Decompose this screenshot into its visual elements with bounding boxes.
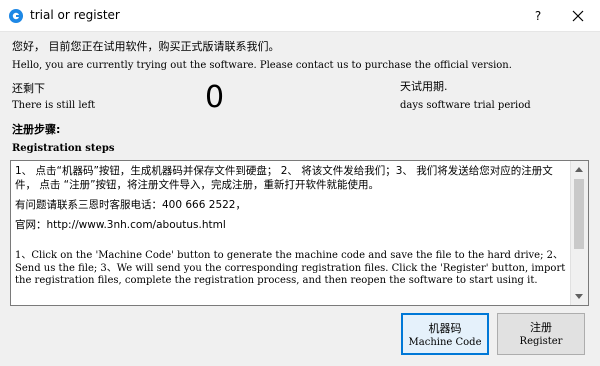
intro-en: Hello, you are currently trying out the … — [12, 60, 512, 71]
scroll-down-arrow-icon[interactable] — [575, 294, 583, 299]
vertical-scrollbar[interactable] — [570, 161, 588, 305]
close-icon — [572, 10, 584, 22]
registration-steps-textbox[interactable]: 1、 点击“机器码”按钮，生成机器码并保存文件到硬盘； 2、 将该文件发给我们；… — [10, 160, 589, 306]
register-label-en: Register — [519, 336, 563, 347]
close-button[interactable] — [566, 6, 590, 26]
app-icon — [9, 9, 23, 23]
intro-cn: 您好， 目前您正在试用软件，购买正式版请联系我们。 — [12, 40, 280, 53]
support-phone: 有问题请联系三恩时客服电话：400 666 2522， — [15, 199, 246, 211]
machine-code-label-cn: 机器码 — [428, 322, 462, 335]
title-bar: trial or register ? — [0, 0, 600, 32]
remaining-label-cn: 还剩下 — [12, 82, 45, 95]
scrollbar-thumb[interactable] — [574, 179, 584, 249]
register-button[interactable]: 注册 Register — [497, 313, 585, 355]
steps-text-cn: 1、 点击“机器码”按钮，生成机器码并保存文件到硬盘； 2、 将该文件发给我们；… — [15, 165, 553, 191]
trial-period-en: days software trial period — [400, 100, 531, 111]
remaining-label-en: There is still left — [12, 100, 96, 111]
scroll-up-arrow-icon[interactable] — [575, 167, 583, 172]
registration-heading-en: Registration steps — [12, 143, 115, 154]
days-remaining-counter: 0 — [205, 80, 225, 115]
machine-code-button[interactable]: 机器码 Machine Code — [401, 313, 489, 355]
website-link: 官网：http://www.3nh.com/aboutus.html — [15, 219, 226, 231]
help-button[interactable]: ? — [528, 6, 548, 26]
window-title: trial or register — [30, 8, 120, 22]
machine-code-label-en: Machine Code — [408, 337, 482, 348]
steps-text-en: 1、Click on the 'Machine Code' button to … — [15, 250, 566, 286]
registration-heading-cn: 注册步骤: — [12, 123, 61, 136]
register-label-cn: 注册 — [530, 321, 552, 334]
trial-period-cn: 天试用期. — [400, 80, 448, 93]
